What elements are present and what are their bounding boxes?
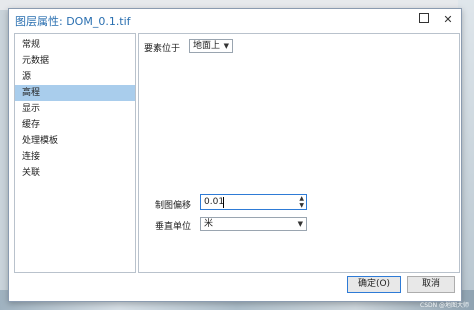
dropdown-arrow-icon: ▼	[297, 220, 303, 228]
vertical-unit-label: 垂直单位	[155, 222, 192, 232]
watermark-text: CSDN @地图大师	[420, 302, 470, 309]
nav-item-elevation[interactable]: 高程	[15, 85, 135, 101]
features-placement-label: 要素位于	[144, 44, 181, 54]
layer-properties-dialog: 图层属性: DOM_0.1.tif ✕ 常规 元数据 源 高程 显示 缓存 处理…	[8, 8, 462, 302]
spin-down-icon[interactable]: ▼	[299, 202, 304, 209]
nav-item-joins[interactable]: 连接	[15, 149, 135, 165]
cartographic-offset-value: 0.01	[204, 197, 225, 207]
features-placement-dropdown[interactable]: 地面上 ▼	[189, 39, 233, 53]
vertical-unit-dropdown[interactable]: 米 ▼	[200, 217, 307, 231]
elevation-settings-panel: 要素位于 地面上 ▼ 制图偏移 0.01 ▲ ▼ 垂直单位 米 ▼	[138, 33, 460, 273]
features-placement-value: 地面上	[193, 41, 221, 51]
nav-item-source[interactable]: 源	[15, 69, 135, 85]
nav-item-cache[interactable]: 缓存	[15, 117, 135, 133]
nav-item-general[interactable]: 常规	[15, 37, 135, 53]
nav-item-relates[interactable]: 关联	[15, 165, 135, 181]
cartographic-offset-label: 制图偏移	[155, 201, 192, 211]
category-list: 常规 元数据 源 高程 显示 缓存 处理模板 连接 关联	[14, 33, 136, 273]
close-button[interactable]: ✕	[439, 12, 457, 28]
maximize-button[interactable]	[415, 12, 433, 28]
cancel-button[interactable]: 取消	[407, 276, 455, 293]
title-bar: 图层属性: DOM_0.1.tif ✕	[9, 9, 461, 31]
dropdown-arrow-icon: ▼	[223, 42, 229, 50]
vertical-unit-value: 米	[204, 219, 214, 229]
nav-item-metadata[interactable]: 元数据	[15, 53, 135, 69]
spin-up-icon[interactable]: ▲	[299, 195, 304, 202]
nav-item-processing-templates[interactable]: 处理模板	[15, 133, 135, 149]
maximize-icon	[419, 13, 429, 23]
nav-item-display[interactable]: 显示	[15, 101, 135, 117]
text-caret	[223, 197, 224, 208]
ok-button[interactable]: 确定(O)	[347, 276, 401, 293]
cartographic-offset-input[interactable]: 0.01 ▲ ▼	[200, 194, 307, 210]
dialog-title: 图层属性: DOM_0.1.tif	[15, 15, 131, 28]
